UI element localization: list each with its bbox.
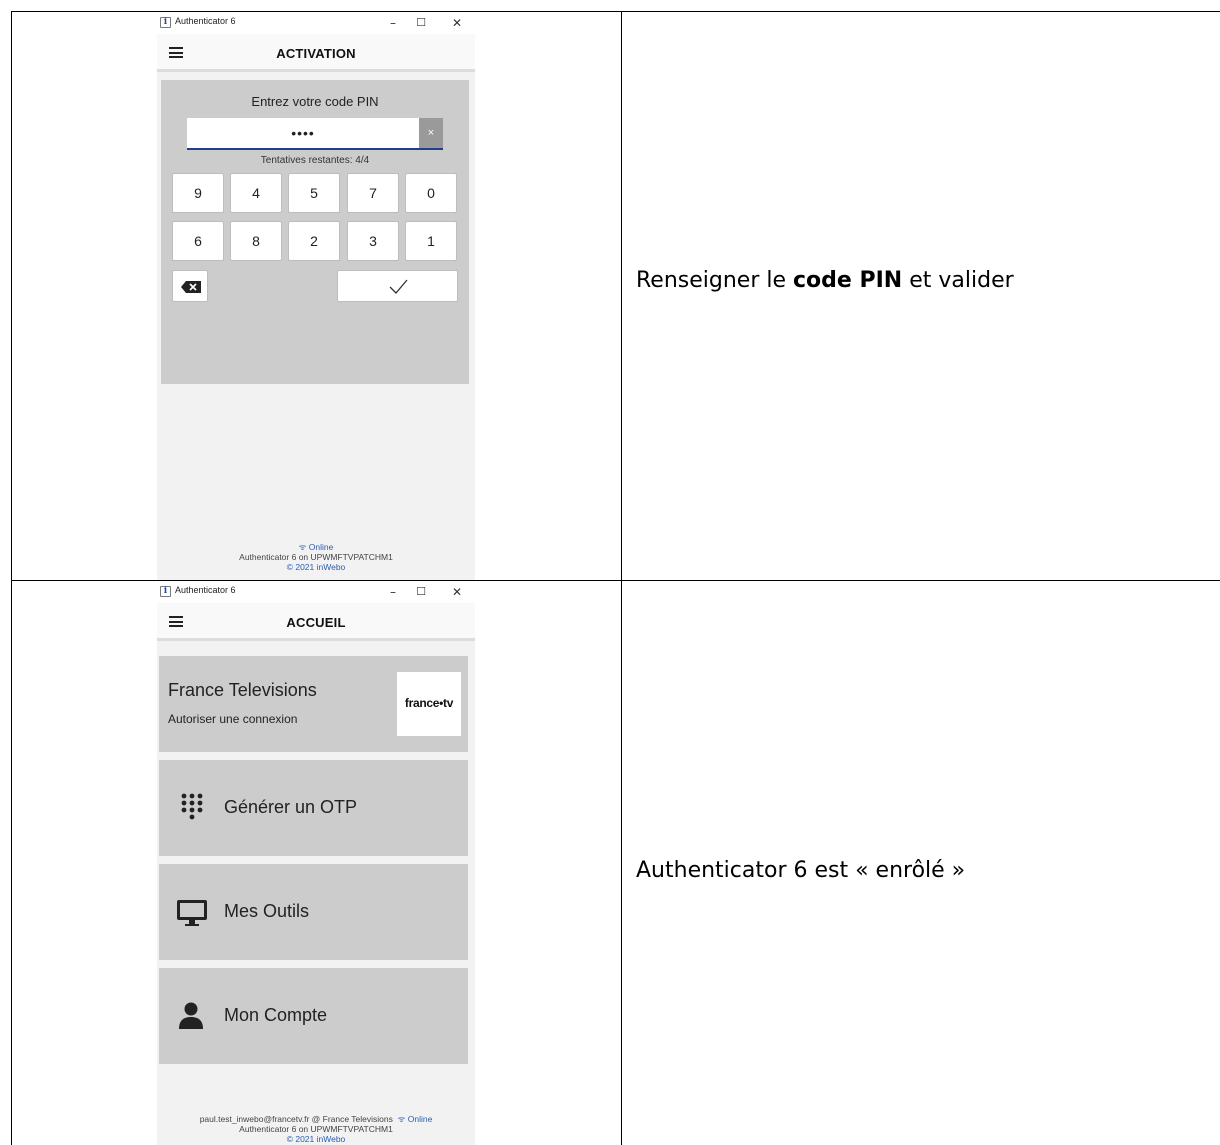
key-1[interactable]: 1 [405, 221, 457, 261]
key-7[interactable]: 7 [347, 173, 399, 213]
maximize-button[interactable]: ☐ [411, 13, 431, 33]
menu-item-label: Mes Outils [224, 901, 310, 921]
service-subtitle: Autoriser une connexion [168, 712, 298, 726]
key-4[interactable]: 4 [230, 173, 282, 213]
footer: ᯤ Online Authenticator 6 on UPWMFTVPATCH… [157, 542, 475, 572]
page-title: ACTIVATION [276, 46, 356, 61]
caption-row-2: Authenticator 6 est « enrôlé » [636, 858, 966, 883]
menu-item-my-tools[interactable]: Mes Outils [159, 864, 468, 960]
checkmark-icon [389, 279, 408, 294]
minimize-button[interactable]: – [383, 13, 403, 33]
pin-input[interactable]: •••• × [187, 118, 443, 150]
backspace-button[interactable] [172, 270, 208, 302]
app-window-accueil: i Authenticator 6 – ☐ ✕ ACCUEIL France T… [157, 581, 475, 1145]
copyright: © 2021 inWebo [286, 562, 346, 572]
key-2[interactable]: 2 [288, 221, 340, 261]
app-icon: i [160, 17, 171, 28]
table-border-left [11, 11, 12, 1145]
table-border-column [621, 11, 622, 1145]
wifi-icon: ᯤ [298, 542, 307, 552]
pin-prompt: Entrez votre code PIN [251, 94, 379, 109]
wifi-icon: ᯤ [397, 1114, 406, 1124]
key-3[interactable]: 3 [347, 221, 399, 261]
user-icon [179, 1002, 203, 1029]
menu-item-my-account[interactable]: Mon Compte [159, 968, 468, 1064]
window-title: Authenticator 6 [175, 16, 236, 26]
copyright: © 2021 inWebo [286, 1134, 346, 1144]
key-6[interactable]: 6 [172, 221, 224, 261]
key-8[interactable]: 8 [230, 221, 282, 261]
device-info: Authenticator 6 on UPWMFTVPATCHM1 [239, 1124, 393, 1134]
user-info: paul.test_inwebo@francetv.fr @ France Te… [199, 1114, 433, 1124]
menu-item-generate-otp[interactable]: Générer un OTP [159, 760, 468, 856]
key-5[interactable]: 5 [288, 173, 340, 213]
app-icon: i [160, 586, 171, 597]
window-title: Authenticator 6 [175, 585, 236, 595]
app-bar: ACTIVATION [157, 34, 475, 72]
online-status: ᯤ Online [298, 542, 334, 552]
dialpad-icon [181, 793, 203, 820]
caption-row-1: Renseigner le code PIN et valider [636, 268, 1014, 293]
page-title: ACCUEIL [286, 615, 346, 630]
monitor-icon [177, 900, 207, 926]
backspace-icon [181, 281, 201, 293]
menu-item-label: Générer un OTP [224, 797, 358, 817]
minimize-button[interactable]: – [383, 582, 403, 602]
key-0[interactable]: 0 [405, 173, 457, 213]
service-tile-france-televisions[interactable]: France Televisions Autoriser une connexi… [159, 656, 468, 752]
pin-value: •••• [291, 125, 315, 141]
key-9[interactable]: 9 [172, 173, 224, 213]
close-button[interactable]: ✕ [447, 13, 467, 33]
france-tv-logo: france•tv [397, 672, 461, 736]
title-bar: i Authenticator 6 – ☐ ✕ [157, 581, 475, 603]
pin-panel: Entrez votre code PIN •••• × Tentatives … [161, 80, 469, 384]
close-button[interactable]: ✕ [447, 582, 467, 602]
maximize-button[interactable]: ☐ [411, 582, 431, 602]
attempts-remaining: Tentatives restantes: 4/4 [260, 155, 370, 166]
clear-pin-button[interactable]: × [419, 118, 443, 148]
footer: paul.test_inwebo@francetv.fr @ France Te… [157, 1114, 475, 1144]
validate-button[interactable] [337, 270, 458, 302]
service-title: France Televisions [168, 680, 317, 700]
title-bar: i Authenticator 6 – ☐ ✕ [157, 12, 475, 34]
menu-item-label: Mon Compte [224, 1005, 328, 1025]
app-bar: ACCUEIL [157, 603, 475, 641]
device-info: Authenticator 6 on UPWMFTVPATCHM1 [239, 552, 393, 562]
app-window-activation: i Authenticator 6 – ☐ ✕ ACTIVATION Entre… [157, 12, 475, 580]
